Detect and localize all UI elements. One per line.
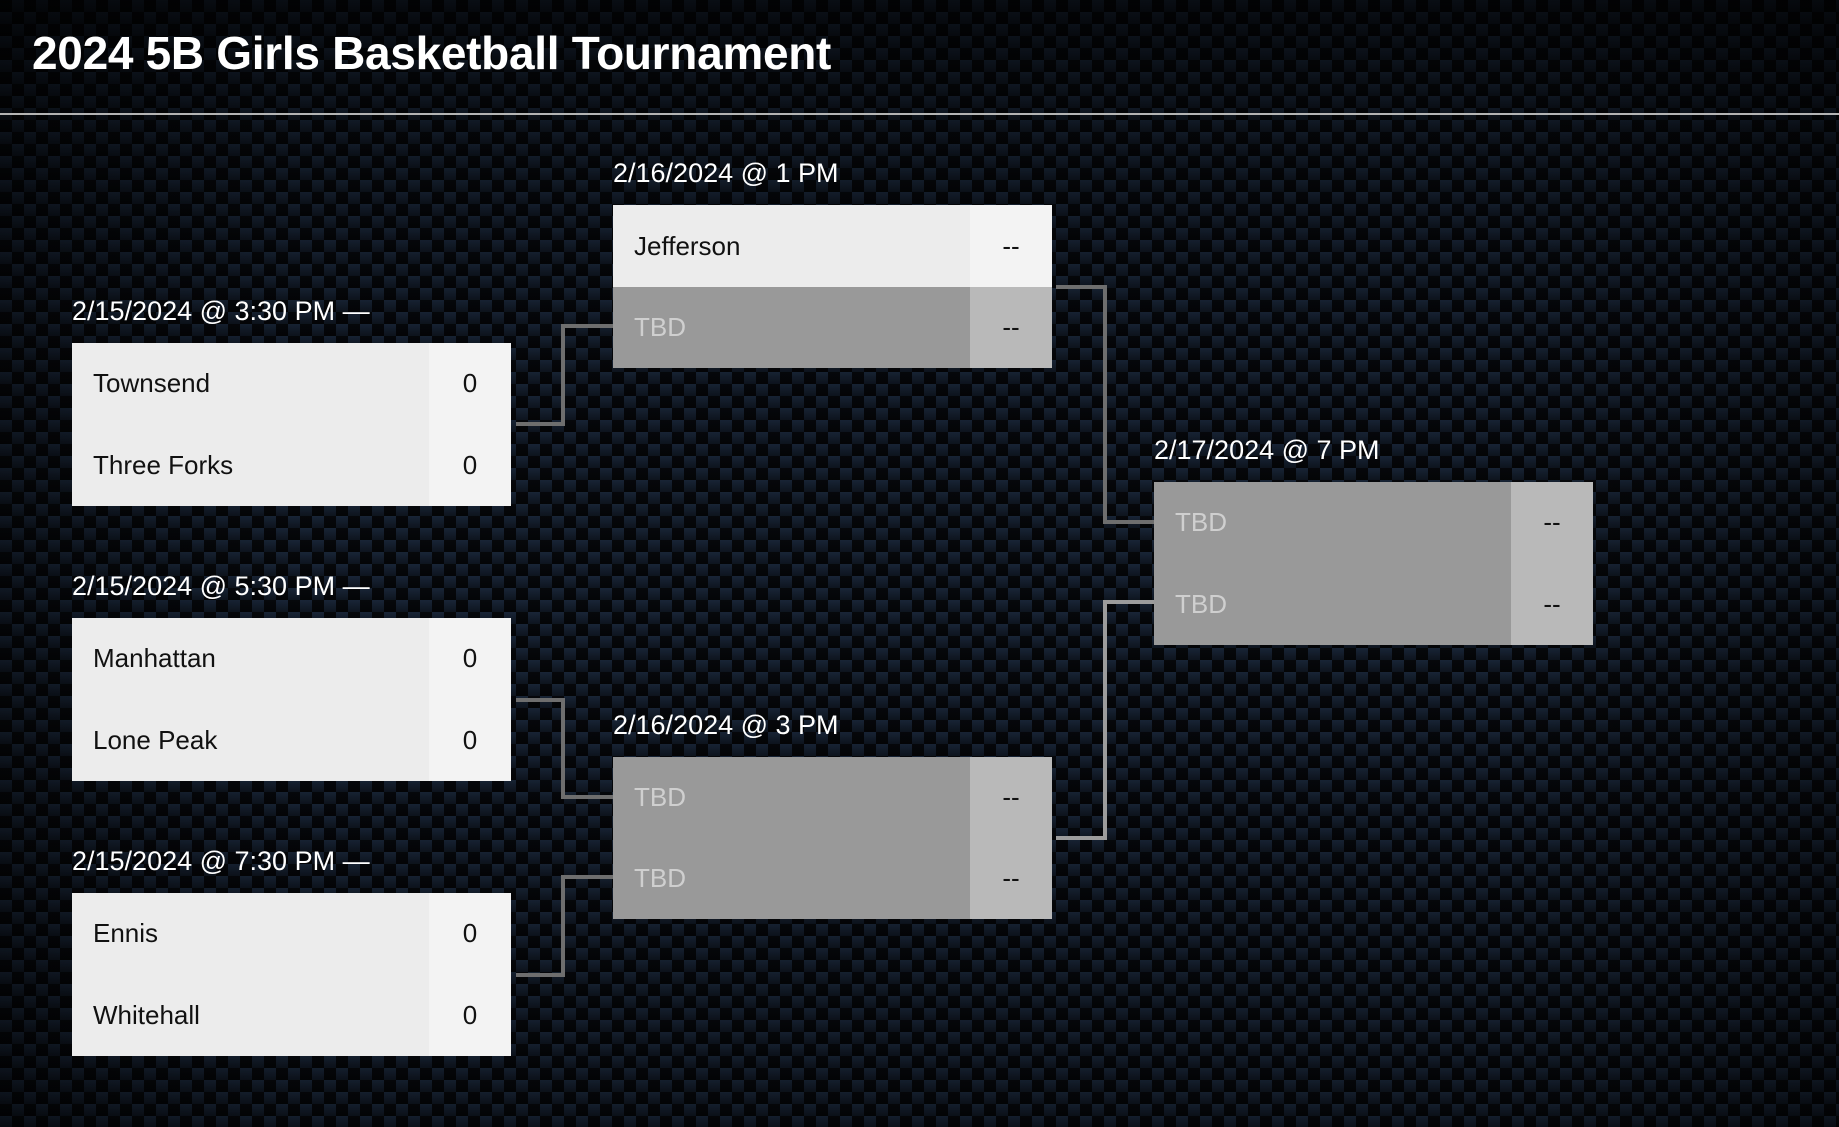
team-row[interactable]: Lone Peak 0 [72,699,511,781]
team-row[interactable]: Whitehall 0 [72,974,511,1056]
team-score: 0 [429,893,511,974]
match-date: 2/15/2024 @ 7:30 PM — [72,846,370,876]
team-row[interactable]: Manhattan 0 [72,618,511,699]
team-row[interactable]: TBD -- [613,757,1052,838]
team-score: 0 [429,343,511,424]
team-name: TBD [613,838,970,919]
team-score: 0 [429,699,511,781]
match-box[interactable]: TBD -- TBD -- [1154,482,1593,645]
team-name: Lone Peak [72,699,429,781]
match-date: 2/16/2024 @ 1 PM [613,158,839,188]
team-name: Ennis [72,893,429,974]
page-title: 2024 5B Girls Basketball Tournament [32,27,832,79]
header-divider [0,113,1839,115]
team-score: -- [970,205,1052,287]
team-score: -- [970,287,1052,368]
team-score: 0 [429,974,511,1056]
team-row[interactable]: TBD -- [1154,563,1593,645]
team-name: TBD [1154,563,1511,645]
match-box[interactable]: TBD -- TBD -- [613,757,1052,920]
match-date: 2/16/2024 @ 3 PM [613,710,839,740]
match-box[interactable]: Townsend 0 Three Forks 0 [72,343,511,506]
team-name: Jefferson [613,205,970,287]
match-box[interactable]: Jefferson -- TBD -- [613,205,1052,368]
team-row[interactable]: TBD -- [613,287,1052,368]
team-score: -- [970,838,1052,919]
team-row[interactable]: Townsend 0 [72,343,511,424]
team-name: Manhattan [72,618,429,699]
team-score: 0 [429,618,511,699]
team-score: 0 [429,424,511,506]
team-score: -- [970,757,1052,838]
team-name: TBD [613,287,970,368]
team-name: Whitehall [72,974,429,1056]
match-date: 2/15/2024 @ 5:30 PM — [72,571,370,601]
team-row[interactable]: Jefferson -- [613,205,1052,287]
team-name: Townsend [72,343,429,424]
team-row[interactable]: TBD -- [613,838,1052,919]
team-score: -- [1511,563,1593,645]
match-date: 2/15/2024 @ 3:30 PM — [72,296,370,326]
team-score: -- [1511,482,1593,563]
match-date: 2/17/2024 @ 7 PM [1154,435,1380,465]
team-name: Three Forks [72,424,429,506]
team-row[interactable]: TBD -- [1154,482,1593,563]
team-row[interactable]: Three Forks 0 [72,424,511,506]
team-name: TBD [613,757,970,838]
team-name: TBD [1154,482,1511,563]
match-box[interactable]: Manhattan 0 Lone Peak 0 [72,618,511,781]
team-row[interactable]: Ennis 0 [72,893,511,974]
match-box[interactable]: Ennis 0 Whitehall 0 [72,893,511,1056]
